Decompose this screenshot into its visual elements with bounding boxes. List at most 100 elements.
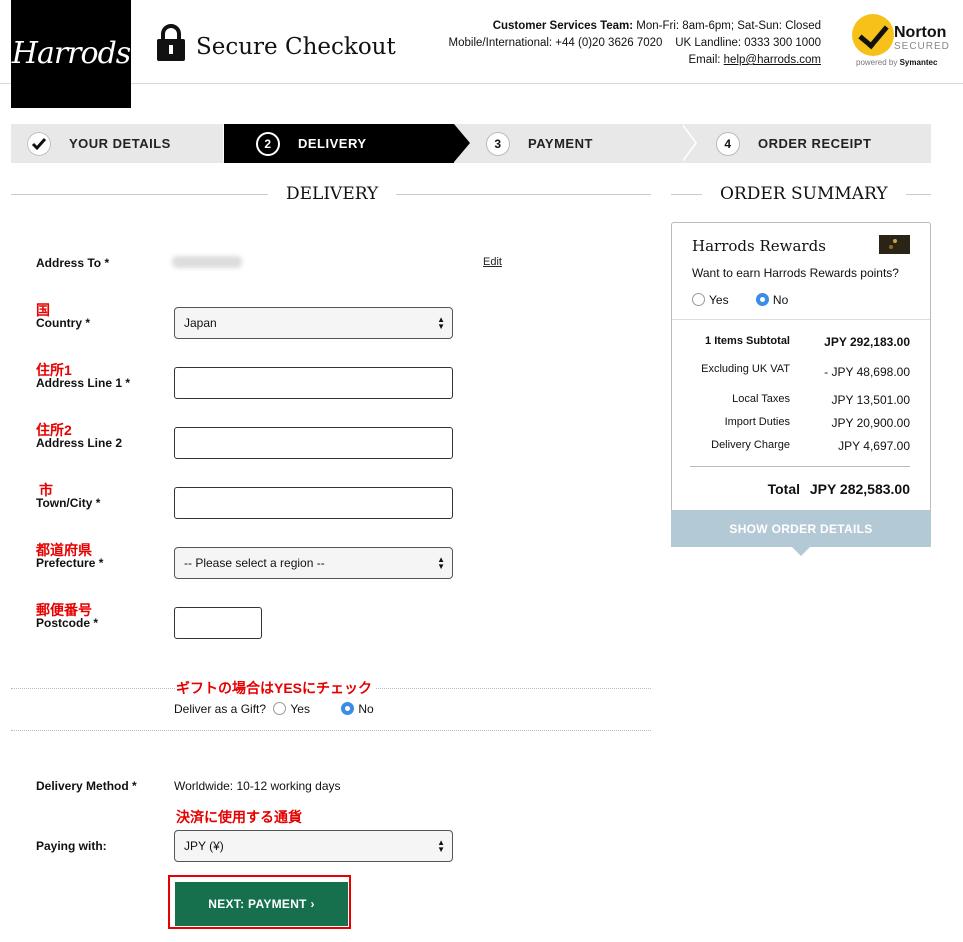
select-arrows-icon: ▲ ▼ bbox=[437, 555, 445, 571]
rewards-yes-label: Yes bbox=[709, 293, 729, 307]
country-value: Japan bbox=[184, 316, 217, 330]
gift-jp-note: ギフトの場合はYESにチェック bbox=[176, 678, 377, 698]
show-order-details-button[interactable]: SHOW ORDER DETAILS bbox=[671, 510, 931, 547]
summary-divider bbox=[690, 466, 910, 467]
next-button-highlight: NEXT: PAYMENT › bbox=[168, 875, 351, 929]
rewards-thumbnail bbox=[879, 235, 910, 254]
norton-secured: SECURED bbox=[894, 41, 950, 52]
address-line1-input[interactable] bbox=[174, 367, 453, 399]
rewards-no-radio[interactable]: No bbox=[755, 293, 800, 307]
step-your-details[interactable]: YOUR DETAILS bbox=[27, 124, 171, 163]
gift-yes-label: Yes bbox=[290, 702, 310, 716]
select-arrows-icon: ▲ ▼ bbox=[437, 315, 445, 331]
norton-secured-badge[interactable]: Norton SECURED powered by Symantec bbox=[852, 14, 952, 70]
row-value: JPY 13,501.00 bbox=[831, 393, 910, 407]
total-label: Total bbox=[767, 481, 800, 497]
step-label: YOUR DETAILS bbox=[69, 136, 171, 151]
prefecture-label: Prefecture * bbox=[36, 556, 104, 570]
step-separator-inner bbox=[681, 124, 695, 162]
country-select[interactable]: Japan ▲ ▼ bbox=[174, 307, 453, 339]
rewards-question: Want to earn Harrods Rewards points? bbox=[692, 266, 899, 280]
paying-with-label: Paying with: bbox=[36, 839, 107, 853]
step-label: PAYMENT bbox=[528, 136, 593, 151]
contact-team-label: Customer Services Team: bbox=[492, 20, 634, 32]
row-label: Delivery Charge bbox=[711, 439, 790, 451]
contact-hours: Mon-Fri: 8am-6pm; Sat-Sun: Closed bbox=[636, 20, 821, 32]
row-value: JPY 4,697.00 bbox=[838, 439, 910, 453]
row-value: - JPY 48,698.00 bbox=[824, 365, 910, 379]
rewards-title: Harrods Rewards bbox=[692, 237, 826, 255]
radio-unchecked-icon bbox=[692, 293, 705, 306]
contact-email-label: Email: bbox=[688, 54, 721, 66]
rewards-options: Yes No bbox=[692, 293, 812, 307]
country-label: Country * bbox=[36, 316, 90, 330]
step-delivery[interactable]: 2 DELIVERY bbox=[224, 124, 454, 163]
address-line2-label: Address Line 2 bbox=[36, 436, 123, 450]
norton-check-icon bbox=[852, 14, 894, 56]
step-label: DELIVERY bbox=[298, 136, 367, 151]
gift-no-label: No bbox=[358, 702, 374, 716]
town-city-input[interactable] bbox=[174, 487, 453, 519]
step-number: 3 bbox=[486, 131, 510, 156]
currency-value: JPY (¥) bbox=[184, 839, 224, 853]
radio-checked-icon bbox=[341, 702, 355, 715]
row-value: JPY 292,183.00 bbox=[824, 335, 910, 349]
gift-no-radio[interactable]: No bbox=[341, 702, 387, 716]
postcode-input[interactable] bbox=[174, 607, 262, 639]
page-title: Secure Checkout bbox=[196, 34, 396, 60]
step-label: ORDER RECEIPT bbox=[758, 136, 872, 151]
select-arrows-icon: ▲ ▼ bbox=[437, 838, 445, 854]
address-line1-label: Address Line 1 * bbox=[36, 376, 131, 390]
radio-unchecked-icon bbox=[273, 702, 287, 715]
step-payment[interactable]: 3 PAYMENT bbox=[486, 124, 593, 163]
summary-total: Total JPY 282,583.00 bbox=[690, 481, 910, 501]
radio-checked-icon bbox=[755, 293, 769, 306]
next-payment-button[interactable]: NEXT: PAYMENT › bbox=[175, 882, 348, 926]
step-active-arrow bbox=[454, 124, 470, 162]
step-number: 4 bbox=[716, 131, 740, 156]
row-label: 1 Items Subtotal bbox=[705, 335, 790, 347]
contact-landline: UK Landline: 0333 300 1000 bbox=[675, 37, 821, 49]
rewards-yes-radio[interactable]: Yes bbox=[692, 293, 741, 307]
rewards-no-label: No bbox=[772, 293, 789, 307]
checkout-steps: YOUR DETAILS 2 DELIVERY 3 PAYMENT 4 ORDE… bbox=[11, 124, 931, 163]
norton-powered: powered by Symantec bbox=[856, 58, 937, 67]
step-order-receipt[interactable]: 4 ORDER RECEIPT bbox=[716, 124, 871, 163]
gift-option: Deliver as a Gift? Yes No bbox=[174, 702, 402, 716]
gift-yes-radio[interactable]: Yes bbox=[273, 702, 324, 716]
order-summary-heading: ORDER SUMMARY bbox=[702, 184, 906, 204]
row-label: Excluding UK VAT bbox=[701, 363, 790, 375]
row-label: Import Duties bbox=[724, 416, 790, 428]
gift-question: Deliver as a Gift? bbox=[174, 702, 267, 716]
order-summary-panel: Harrods Rewards Want to earn Harrods Rew… bbox=[671, 222, 931, 547]
address-to-label: Address To * bbox=[36, 256, 110, 270]
step-number: 2 bbox=[256, 131, 280, 156]
divider bbox=[11, 730, 651, 731]
address-name-blurred bbox=[172, 256, 242, 268]
lock-icon bbox=[157, 24, 185, 61]
town-city-label: Town/City * bbox=[36, 496, 101, 510]
caret-down-icon bbox=[792, 547, 810, 556]
harrods-logo[interactable]: Harrods bbox=[11, 0, 131, 108]
prefecture-select[interactable]: -- Please select a region -- ▲ ▼ bbox=[174, 547, 453, 579]
contact-info: Customer Services Team: Mon-Fri: 8am-6pm… bbox=[449, 18, 821, 69]
row-label: Local Taxes bbox=[732, 393, 790, 405]
currency-jp-note: 決済に使用する通貨 bbox=[176, 809, 302, 825]
delivery-heading: DELIVERY bbox=[268, 184, 397, 204]
header: Harrods Secure Checkout Customer Service… bbox=[0, 0, 963, 108]
edit-link[interactable]: Edit bbox=[483, 256, 502, 268]
summary-divider bbox=[672, 319, 930, 320]
norton-name: Norton bbox=[894, 24, 947, 41]
delivery-method-value: Worldwide: 10-12 working days bbox=[174, 779, 341, 793]
row-value: JPY 20,900.00 bbox=[831, 416, 910, 430]
address-line2-input[interactable] bbox=[174, 427, 453, 459]
delivery-method-label: Delivery Method * bbox=[36, 779, 137, 793]
prefecture-value: -- Please select a region -- bbox=[184, 556, 325, 570]
contact-mobile: Mobile/International: +44 (0)20 3626 702… bbox=[448, 37, 663, 49]
norton-brand: Symantec bbox=[899, 58, 938, 67]
total-value: JPY 282,583.00 bbox=[809, 481, 910, 497]
postcode-label: Postcode * bbox=[36, 616, 99, 630]
check-icon bbox=[27, 131, 51, 156]
currency-select[interactable]: JPY (¥) ▲ ▼ bbox=[174, 830, 453, 862]
email-link[interactable]: help@harrods.com bbox=[724, 54, 821, 66]
